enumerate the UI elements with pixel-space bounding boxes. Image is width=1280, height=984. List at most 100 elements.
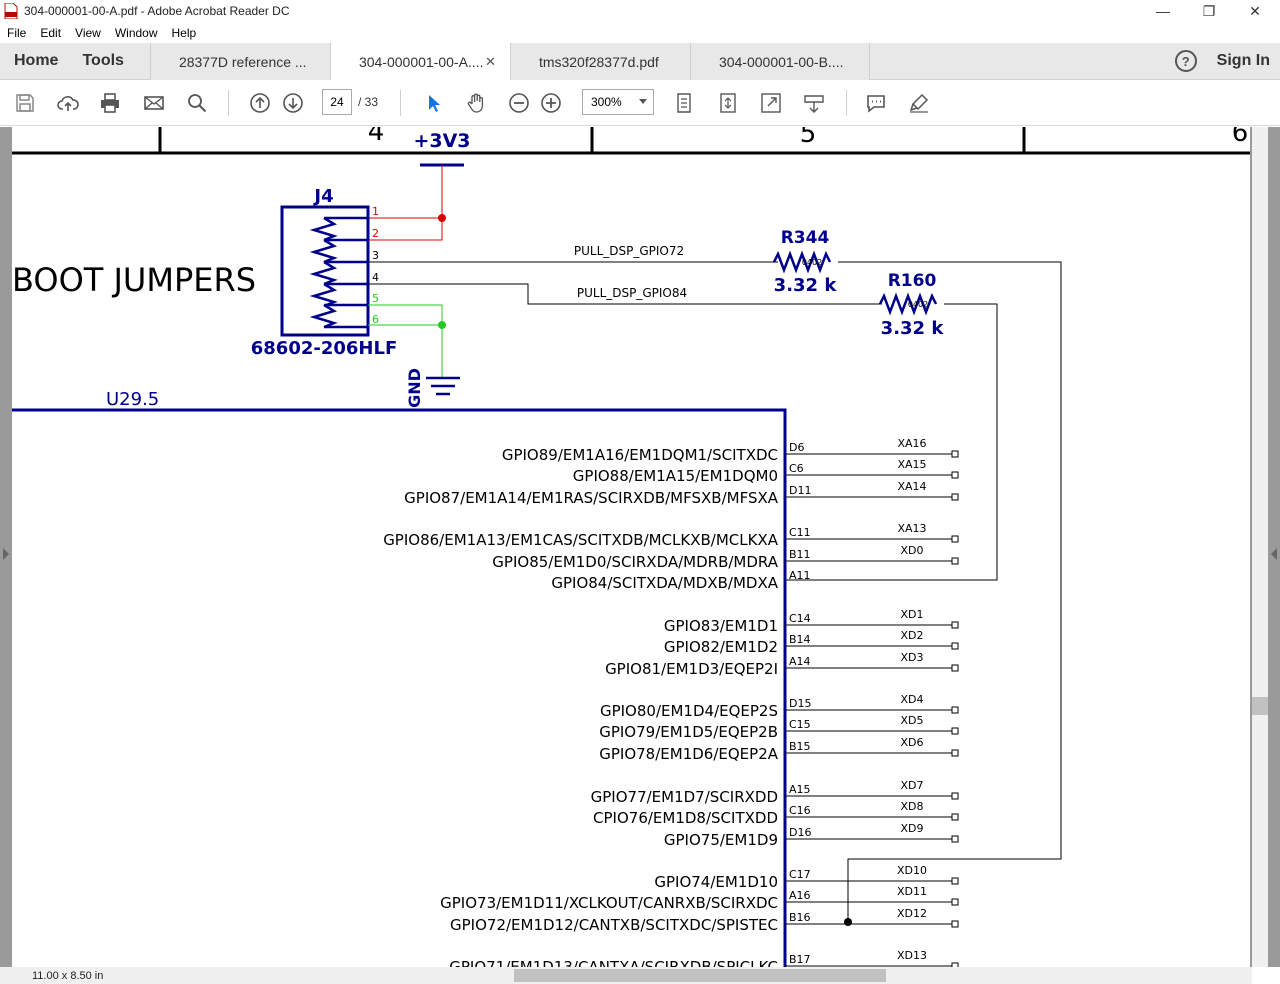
zoom-out-icon[interactable] (506, 90, 532, 116)
pin-name: GPIO88/EM1A15/EM1DQM0 (573, 467, 778, 485)
horizontal-scroll-thumb[interactable] (514, 969, 886, 982)
sign-in-button[interactable]: Sign In (1217, 52, 1270, 70)
menu-help[interactable]: Help (165, 26, 204, 40)
net-label: XA16 (897, 437, 926, 450)
restore-button[interactable]: ❐ (1186, 0, 1232, 22)
tools-tab[interactable]: Tools (72, 43, 149, 79)
gnd-label: GND (405, 368, 424, 408)
close-tab-icon[interactable]: ✕ (485, 54, 496, 70)
doc-tab-2[interactable]: 304-000001-00-A.... ✕ (329, 43, 510, 81)
section-title: BOOT JUMPERS (12, 261, 256, 299)
email-icon[interactable] (141, 90, 167, 116)
net-label: XD5 (900, 714, 923, 727)
junction-dot (438, 214, 446, 222)
toolbar-separator (228, 90, 229, 116)
pin-ball: B11 (789, 548, 811, 561)
resistor-value: 3.32 k (774, 275, 838, 296)
next-page-icon[interactable] (280, 90, 306, 116)
pin-number: 1 (372, 205, 379, 218)
left-panel-arrow-icon[interactable] (3, 548, 9, 560)
page-count: / 33 (358, 95, 379, 109)
pin-name: GPIO87/EM1A14/EM1RAS/SCIRXDB/MFSXB/MFSXA (404, 489, 779, 507)
menu-view[interactable]: View (68, 26, 108, 40)
zone-number: 6 (1232, 127, 1249, 148)
page-size: 11.00 x 8.50 in (32, 969, 104, 982)
net-port (951, 664, 959, 672)
minimize-button[interactable]: — (1140, 0, 1186, 22)
pin-number: 6 (372, 313, 379, 326)
highlight-pen-icon[interactable] (906, 90, 932, 116)
pin-ball: C17 (789, 868, 811, 881)
net-port (951, 535, 959, 543)
zone-border (12, 127, 1250, 155)
pin-name: GPIO72/EM1D12/CANTXB/SCITXDC/SPISTEC (450, 916, 778, 934)
home-tab[interactable]: Home (0, 43, 72, 79)
connector-ref: J4 (312, 186, 333, 207)
pin-number: 2 (372, 227, 379, 240)
doc-tab-4[interactable]: 304-000001-00-B.... (689, 43, 870, 80)
net-port (951, 835, 959, 843)
pin-ball: C15 (789, 718, 811, 731)
doc-tab-label: 304-000001-00-A.... (358, 54, 484, 70)
scroll-mode-icon[interactable] (715, 90, 741, 116)
net-port (951, 727, 959, 735)
pin-name: GPIO77/EM1D7/SCIRXDD (591, 788, 778, 806)
net-label: XA15 (897, 458, 926, 471)
menu-window[interactable]: Window (108, 26, 165, 40)
net-label: XD8 (900, 800, 923, 813)
zone-number: 5 (800, 127, 817, 149)
net-label: XD1 (900, 608, 923, 621)
menu-file[interactable]: File (0, 26, 33, 40)
save-icon[interactable] (12, 90, 38, 116)
read-mode-icon[interactable] (801, 90, 827, 116)
select-cursor-icon[interactable] (420, 90, 446, 116)
vertical-scroll-thumb[interactable] (1252, 697, 1268, 715)
upload-cloud-icon[interactable] (55, 90, 81, 116)
pin-name: GPIO84/SCITXDA/MDXB/MDXA (551, 574, 778, 592)
net-label: XD6 (900, 736, 923, 749)
full-screen-icon[interactable] (758, 90, 784, 116)
pin-ball: A16 (789, 889, 811, 902)
right-panel-arrow-icon[interactable] (1271, 548, 1277, 560)
vertical-scrollbar[interactable] (1252, 127, 1268, 967)
page-number-input[interactable]: 24 (322, 89, 352, 115)
doc-tab-label: 304-000001-00-B.... (718, 53, 844, 70)
toolbar-separator (400, 90, 401, 116)
net-port (951, 493, 959, 501)
pin-ball: C14 (789, 612, 811, 625)
net-port (951, 920, 959, 928)
hand-tool-icon[interactable] (463, 90, 489, 116)
resistor-package: 0402 (908, 300, 928, 309)
tab-bar: Home Tools 28377D reference ... 304-0000… (0, 43, 1280, 81)
zoom-select[interactable]: 300% (582, 89, 654, 115)
help-icon[interactable]: ? (1174, 50, 1197, 72)
doc-tab-3[interactable]: tms320f28377d.pdf (509, 43, 690, 80)
chevron-down-icon (639, 99, 647, 104)
pin-name: CPIO76/EM1D8/SCITXDD (593, 809, 778, 827)
search-icon[interactable] (184, 90, 210, 116)
zoom-in-icon[interactable] (538, 90, 564, 116)
connector-part-number: 68602-206HLF (251, 338, 398, 359)
pin-number: 3 (372, 249, 379, 262)
previous-page-icon[interactable] (247, 90, 273, 116)
pin-number: 5 (372, 292, 379, 305)
net-port (951, 792, 959, 800)
resistor-package: 0402 (802, 258, 822, 267)
menu-edit[interactable]: Edit (33, 26, 68, 40)
pin-name: GPIO73/EM1D11/XCLKOUT/CANRXB/SCIRXDC (440, 894, 778, 912)
fit-page-icon[interactable] (671, 90, 697, 116)
print-icon[interactable] (97, 90, 123, 116)
comment-icon[interactable] (863, 90, 889, 116)
net-label: PULL_DSP_GPIO72 (574, 244, 684, 258)
close-window-button[interactable]: ✕ (1232, 0, 1278, 22)
resistor-value: 3.32 k (881, 318, 945, 339)
connector-spring-symbol (309, 216, 338, 329)
doc-tab-label: 28377D reference ... (178, 53, 307, 70)
pin-ball: A15 (789, 783, 811, 796)
doc-tab-label: tms320f28377d.pdf (538, 53, 659, 70)
document-viewport[interactable]: 4 5 6 +3V3 J4 1 2 3 4 5 6 68602-206HLF G… (0, 127, 1280, 967)
pin-name: GPIO74/EM1D10 (654, 873, 778, 891)
pin-name: GPIO85/EM1D0/SCIRXDA/MDRB/MDRA (492, 553, 778, 571)
doc-tab-1[interactable]: 28377D reference ... (149, 43, 330, 80)
status-bar: 11.00 x 8.50 in (0, 967, 126, 984)
